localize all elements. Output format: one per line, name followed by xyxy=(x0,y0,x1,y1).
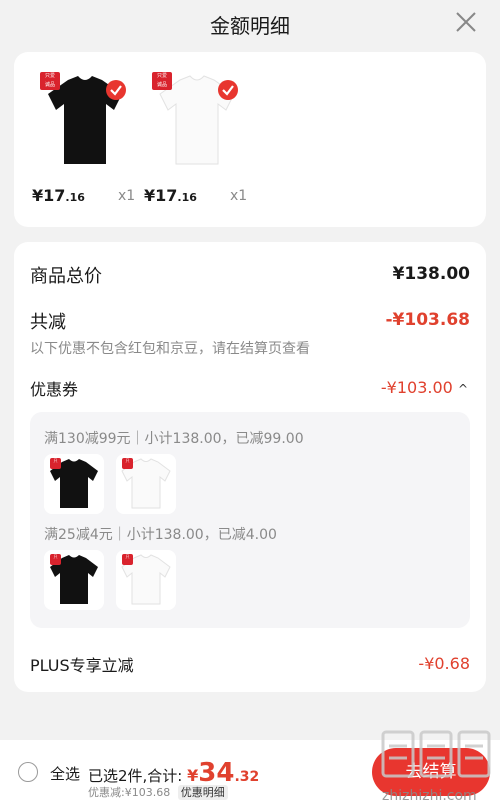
store-badge: 只爱 诚品 xyxy=(152,72,172,90)
product-qty: x1 xyxy=(118,188,136,204)
coupon-label: 优惠券 xyxy=(30,380,79,399)
watermark-text: zhizhizhi.com xyxy=(382,788,477,804)
coupon-value: -¥103.00 xyxy=(380,378,453,397)
close-icon xyxy=(456,12,476,32)
product-price: ¥17.16 xyxy=(144,186,197,205)
header: 金额明细 xyxy=(0,0,500,48)
store-badge: 只 xyxy=(122,458,133,469)
coupon-product-thumb: 只 xyxy=(44,454,104,514)
coupon-product-thumb: 只 xyxy=(116,550,176,610)
selected-check-icon[interactable] xyxy=(218,80,238,100)
price-detail-card: 商品总价 ¥138.00 共减 -¥103.68 以下优惠不包含红包和京豆，请在… xyxy=(14,242,486,692)
selected-count-text: 已选2件,合计: xyxy=(88,767,183,785)
page-title: 金额明细 xyxy=(210,14,290,38)
discount-detail-link[interactable]: 优惠明细 xyxy=(177,785,228,800)
plus-discount-value: -¥0.68 xyxy=(418,654,470,673)
coupon-line: 满25减4元｜小计138.00，已减4.00 xyxy=(44,527,277,543)
close-button[interactable] xyxy=(454,10,478,34)
discount-label: 共减 xyxy=(30,312,66,333)
select-all-label[interactable]: 全选 xyxy=(50,763,80,784)
product-price: ¥17.16 xyxy=(32,186,85,205)
discount-summary: 优惠减:¥103.68 优惠明细 xyxy=(88,784,228,800)
product-qty: x1 xyxy=(230,188,248,204)
store-badge: 只 xyxy=(122,554,133,565)
chevron-up-icon: ^ xyxy=(457,382,468,396)
selected-check-icon[interactable] xyxy=(106,80,126,100)
discount-value: -¥103.68 xyxy=(385,310,471,330)
products-card: 只爱 诚品 ¥17.16 x1 只爱 诚品 ¥17.16 x1 xyxy=(14,52,486,227)
total-price-value: ¥138.00 xyxy=(392,264,470,284)
store-badge: 只爱 诚品 xyxy=(40,72,60,90)
plus-discount-label: PLUS专享立减 xyxy=(30,656,134,675)
discount-note: 以下优惠不包含红包和京豆，请在结算页查看 xyxy=(30,341,310,357)
coupon-product-thumb: 只 xyxy=(44,550,104,610)
coupon-line: 满130减99元｜小计138.00，已减99.00 xyxy=(44,431,304,447)
total-price-label: 商品总价 xyxy=(30,266,102,287)
coupon-product-thumb: 只 xyxy=(116,454,176,514)
coupon-detail-box: 满130减99元｜小计138.00，已减99.00 只 只 满25减4元｜小计1… xyxy=(30,412,470,628)
coupon-toggle[interactable]: -¥103.00 ^ xyxy=(381,378,468,397)
store-badge: 只 xyxy=(50,458,61,469)
store-badge: 只 xyxy=(50,554,61,565)
select-all-radio[interactable] xyxy=(18,762,38,782)
